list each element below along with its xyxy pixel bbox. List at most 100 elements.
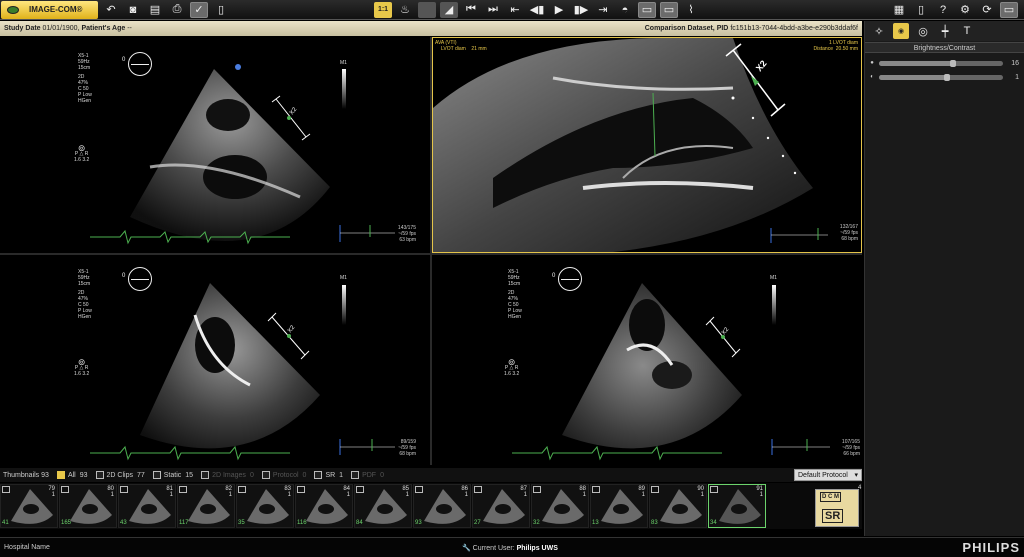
help-icon[interactable]: ? [934, 2, 952, 18]
viewport-top-left[interactable]: X2 X5-1 59Hz 15cm 2D 47% C 50 P Low HGen… [0, 37, 430, 253]
sr-report-thumbnail[interactable]: D C M SR [815, 489, 859, 527]
settings-icon[interactable]: ⚙ [956, 2, 974, 18]
last-frame-icon[interactable]: ⏭ [484, 2, 502, 18]
tools-icon[interactable]: ▦ [890, 2, 908, 18]
window-icon[interactable]: ▭ [1000, 1, 1018, 18]
frame-info: 107/165 ~/59 fps 66 bpm [842, 439, 860, 457]
refresh-icon[interactable]: ⟳ [978, 2, 996, 18]
thumbnail-item[interactable]: 81 1 43 [118, 484, 176, 528]
thumbnail-frames: 34 [710, 520, 717, 526]
measure-tool-icon[interactable]: ✧ [871, 23, 887, 39]
m1-label: M1 [340, 60, 347, 66]
contrast-slider-row: ◐ 1 [865, 70, 1024, 84]
caliper-tool-icon[interactable]: ┿ [937, 23, 953, 39]
document-icon[interactable]: ▯ [912, 2, 930, 18]
filter-checkbox[interactable] [351, 471, 360, 479]
filter-5[interactable]: SR 1 [306, 471, 343, 479]
filter-3[interactable]: 2D Images 0 [193, 471, 254, 479]
compare-1-button[interactable]: ▭ [638, 1, 656, 18]
thumbnail-item[interactable]: 82 1 117 [177, 484, 235, 528]
ultrasound-image: X2 [512, 283, 830, 461]
anatomy-icon[interactable]: ♨ [396, 2, 414, 18]
prev-icon[interactable]: ⇤ [506, 2, 524, 18]
clip-icon [179, 486, 187, 493]
app-logo[interactable]: IMAGE-COM® [1, 0, 98, 19]
filter-checkbox[interactable] [261, 471, 270, 479]
eye-logo-icon [7, 5, 19, 14]
filter-checkbox[interactable] [201, 471, 210, 479]
right-panel: ✧ ◉ ◎ ┿ T Brightness/Contrast ● 16 ◐ 1 [864, 21, 1024, 536]
compare-2-button[interactable]: ▭ [660, 1, 678, 18]
filter-checkbox[interactable] [95, 471, 104, 479]
brand-logo: PHILIPS [962, 540, 1020, 555]
thumbnail-item[interactable]: 79 1 41 [0, 484, 58, 528]
thumbnail-item[interactable]: 89 1 13 [590, 484, 648, 528]
thumbnail-item[interactable]: 83 1 35 [236, 484, 294, 528]
thumbnail-item[interactable]: 84 1 116 [295, 484, 353, 528]
filter-0[interactable]: All 93 [49, 471, 88, 479]
layout-1-button[interactable] [418, 1, 436, 18]
wrench-icon: 🔧 [462, 544, 471, 552]
layout-2-button[interactable]: ◢ [440, 1, 458, 18]
thumbnail-item[interactable]: 86 1 93 [413, 484, 471, 528]
thumbnail-item[interactable]: 90 1 83 [649, 484, 707, 528]
filter-checkbox[interactable] [314, 471, 323, 479]
ecg-icon[interactable]: ⌇ [682, 2, 700, 18]
next-icon[interactable]: ⇥ [594, 2, 612, 18]
camera-icon[interactable]: ◙ [124, 2, 142, 18]
thumbnail-filter-bar: Thumbnails 93 All 93 2D Clips 77 Static 15 2D … [0, 468, 862, 482]
rotate-tool-icon[interactable]: ◎ [915, 23, 931, 39]
filter-2[interactable]: Static 15 [145, 471, 193, 479]
current-user-value: Philips UWS [516, 544, 558, 552]
thumbnail-item[interactable]: 87 1 27 [472, 484, 530, 528]
val-2: 3.2 [82, 157, 90, 163]
thumbnail-number: 87 1 [520, 486, 527, 498]
filter-1[interactable]: 2D Clips 77 [88, 471, 145, 479]
thumbnail-item[interactable]: 88 1 32 [531, 484, 589, 528]
zoom-1to1-button[interactable]: 1:1 [374, 1, 392, 18]
filter-6[interactable]: PDF 0 [343, 471, 384, 479]
thumbnail-strip: 79 1 41 80 1 165 81 1 43 82 1 117 83 1 35 84 1 116 85 1 84 86… [0, 483, 862, 529]
main-toolbar: IMAGE-COM® ↶ ◙ ▤ ⎙ ✓ ▯ 1:1 ♨ ◢ ⏮ ⏭ ⇤ ◀▮ … [0, 0, 1024, 20]
clip-icon [356, 486, 364, 493]
text-tool-icon[interactable]: T [959, 23, 975, 39]
filter-4[interactable]: Protocol 0 [254, 471, 306, 479]
thumbnail-item[interactable]: 80 1 165 [59, 484, 117, 528]
viewport-bottom-left[interactable]: X2 X5-1 59Hz 15cm 2D 47% C 50 P Low HGen… [0, 255, 430, 465]
contrast-slider[interactable] [879, 73, 1003, 81]
viewport-bottom-right[interactable]: X2 X5-1 59Hz 15cm 2D 47% C 50 P Low HGen… [432, 255, 862, 465]
report-icon[interactable]: ▤ [146, 2, 164, 18]
thumbnail-number: 85 1 [402, 486, 409, 498]
print-icon[interactable]: ⎙ [168, 2, 186, 18]
contrast-handle[interactable] [944, 73, 951, 81]
loop-icon[interactable]: ◓ [616, 2, 634, 18]
brightness-slider[interactable] [879, 59, 1003, 67]
scan-params: X5-1 59Hz 15cm 2D 47% C 50 P Low HGen [508, 269, 522, 320]
measurement-name: LVOT diam [441, 46, 466, 52]
thumbnail-item[interactable]: 91 1 34 [708, 484, 766, 528]
tgc-marker: ⊚ P △ R 1.6 3.2 [74, 357, 90, 378]
bpm-label: 66 bpm [843, 451, 860, 457]
filter-checkbox[interactable] [152, 471, 161, 479]
protocol-dropdown[interactable]: Default Protocol [794, 469, 862, 481]
viewport-top-right[interactable]: X2 AVA (VTI) LVOT diam 21 mm 1 LVOT diam… [432, 37, 862, 253]
thumbnail-frames: 117 [179, 520, 189, 526]
brightness-handle[interactable] [950, 59, 957, 67]
val-1: 1.6 [74, 157, 81, 163]
clip-icon [592, 486, 600, 493]
thumbnail-sub: 1 [641, 492, 645, 498]
grayscale-bar [342, 69, 346, 109]
step-back-icon[interactable]: ◀▮ [528, 2, 546, 18]
check-icon[interactable]: ✓ [190, 1, 208, 18]
step-forward-icon[interactable]: ▮▶ [572, 2, 590, 18]
filter-checkbox[interactable] [56, 471, 65, 479]
thumbnail-sub: 1 [287, 492, 291, 498]
undo-icon[interactable]: ↶ [102, 2, 120, 18]
export-icon[interactable]: ▯ [212, 2, 230, 18]
play-icon[interactable]: ▶ [550, 2, 568, 18]
thumbnail-filters: All 93 2D Clips 77 Static 15 2D Images 0 Protoco… [49, 471, 384, 479]
brightness-tool-icon[interactable]: ◉ [893, 23, 909, 39]
thumbnail-item[interactable]: 85 1 84 [354, 484, 412, 528]
filter-label: Static [163, 471, 182, 479]
first-frame-icon[interactable]: ⏮ [462, 2, 480, 18]
